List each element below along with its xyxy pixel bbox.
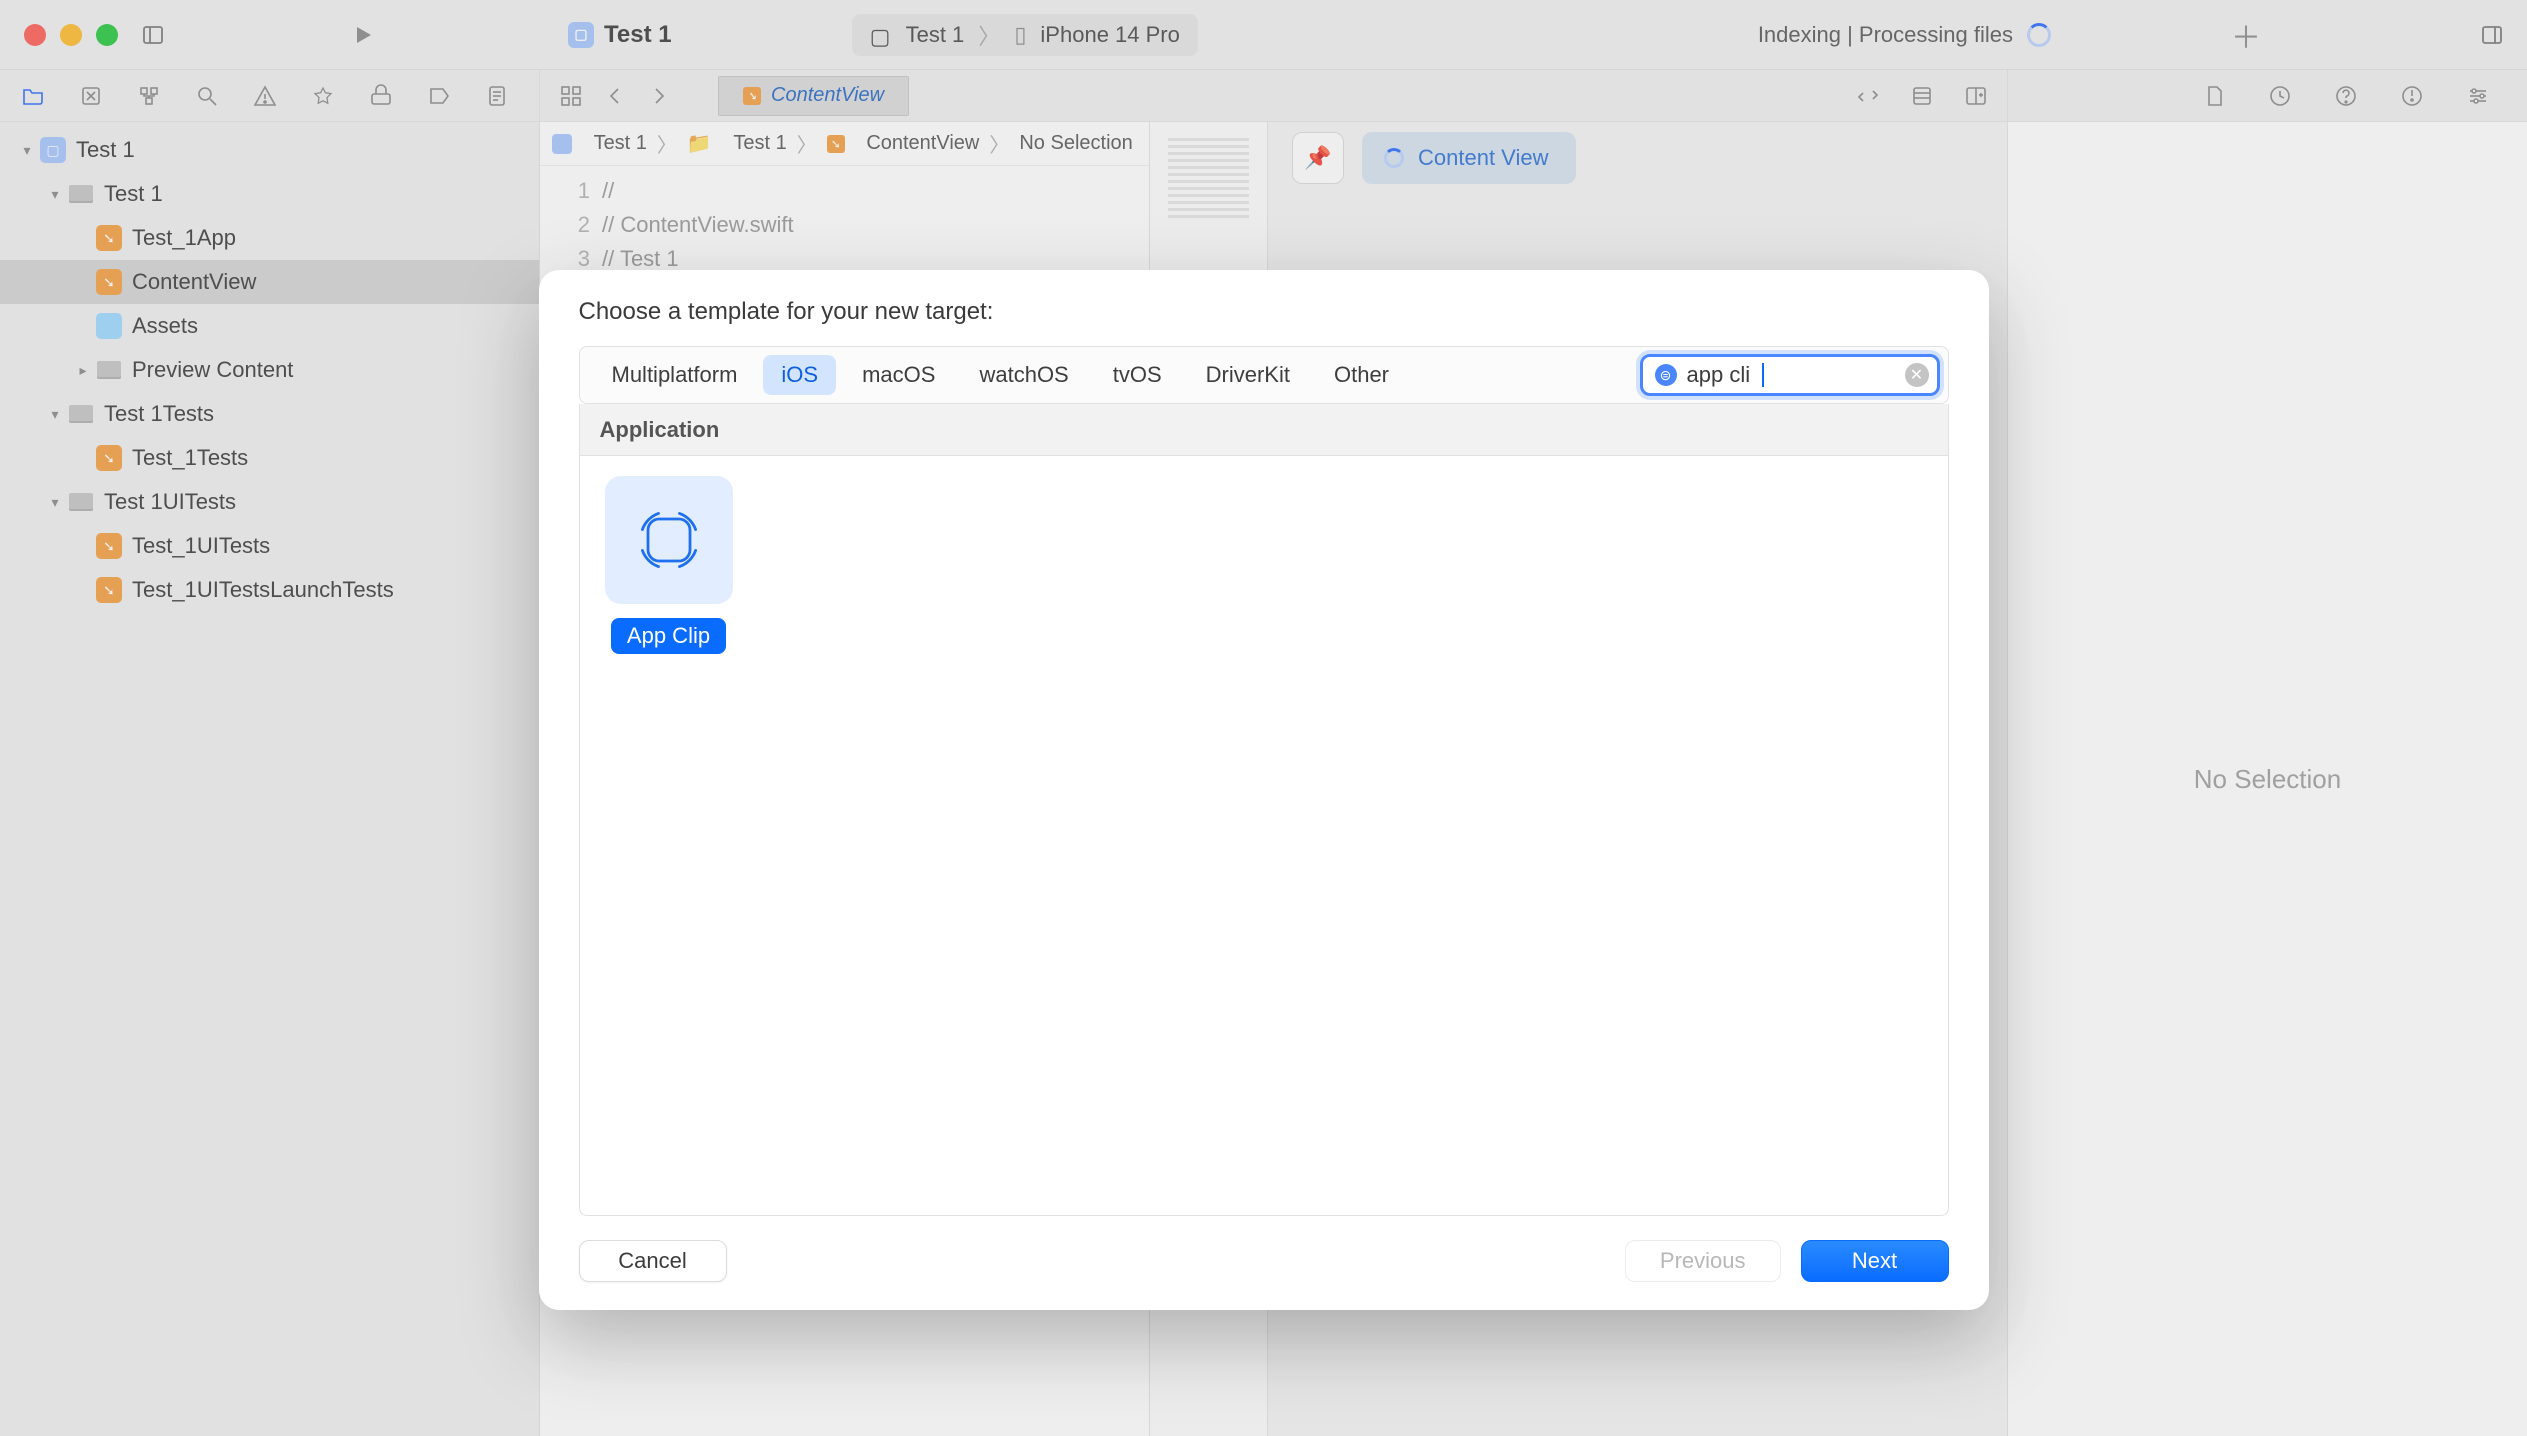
platform-tabs: MultiplatformiOSmacOSwatchOStvOSDriverKi… bbox=[594, 355, 1408, 395]
filter-icon: ⊜ bbox=[1655, 364, 1677, 386]
template-filter-bar: MultiplatformiOSmacOSwatchOStvOSDriverKi… bbox=[579, 346, 1949, 404]
platform-tab-macos[interactable]: macOS bbox=[844, 355, 953, 395]
template-search-field[interactable]: ⊜ app cli ✕ bbox=[1640, 354, 1940, 396]
sheet-button-row: Cancel Previous Next bbox=[579, 1240, 1949, 1282]
next-label: Next bbox=[1852, 1248, 1897, 1274]
text-cursor bbox=[1762, 363, 1764, 387]
platform-tab-watchos[interactable]: watchOS bbox=[961, 355, 1086, 395]
platform-tab-driverkit[interactable]: DriverKit bbox=[1188, 355, 1308, 395]
app-clip-icon bbox=[605, 476, 733, 604]
modal-overlay: Choose a template for your new target: M… bbox=[0, 0, 2527, 1436]
new-target-sheet: Choose a template for your new target: M… bbox=[539, 270, 1989, 1310]
platform-tab-other[interactable]: Other bbox=[1316, 355, 1407, 395]
previous-label: Previous bbox=[1660, 1248, 1746, 1274]
section-label: Application bbox=[600, 417, 720, 443]
next-button[interactable]: Next bbox=[1801, 1240, 1949, 1282]
platform-tab-tvos[interactable]: tvOS bbox=[1095, 355, 1180, 395]
template-label: App Clip bbox=[611, 618, 726, 654]
template-section-header: Application bbox=[579, 404, 1949, 456]
platform-tab-ios[interactable]: iOS bbox=[763, 355, 836, 395]
cancel-button[interactable]: Cancel bbox=[579, 1240, 727, 1282]
platform-tab-multiplatform[interactable]: Multiplatform bbox=[594, 355, 756, 395]
search-value: app cli bbox=[1687, 362, 1751, 388]
template-item[interactable]: App Clip bbox=[604, 476, 734, 1195]
clear-search-icon[interactable]: ✕ bbox=[1905, 363, 1929, 387]
cancel-label: Cancel bbox=[618, 1248, 686, 1274]
sheet-title: Choose a template for your new target: bbox=[579, 298, 1949, 326]
template-results: App Clip bbox=[579, 456, 1949, 1216]
previous-button[interactable]: Previous bbox=[1625, 1240, 1781, 1282]
